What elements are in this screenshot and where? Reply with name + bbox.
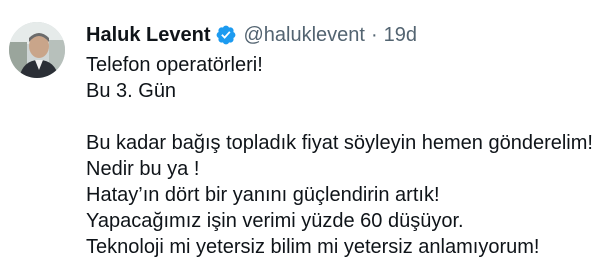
tweet-text-line: Yapacağımız işin verimi yüzde 60 düşüyor… — [86, 210, 464, 232]
tweet-text-line: Telefon operatörleri! — [86, 54, 263, 76]
tweet-card[interactable]: Haluk Levent @haluklevent · 19d Telefon … — [0, 0, 614, 270]
separator-dot: · — [370, 23, 378, 46]
tweet-text-line: Nedir bu ya ! — [86, 158, 200, 180]
author-avatar[interactable] — [9, 22, 65, 78]
tweet-text-line: Bu kadar bağış topladık fiyat söyleyin h… — [86, 132, 593, 154]
tweet-header: Haluk Levent @haluklevent · 19d — [86, 22, 417, 48]
tweet-timestamp[interactable]: 19d — [384, 24, 417, 47]
tweet-text: Telefon operatörleri! Bu 3. Gün Bu kadar… — [86, 52, 606, 260]
verified-badge-icon — [215, 24, 237, 46]
tweet-text-line: Hatay’ın dört bir yanını güçlendirin art… — [86, 184, 440, 206]
author-display-name[interactable]: Haluk Levent — [86, 24, 210, 47]
author-handle[interactable]: @haluklevent — [243, 24, 364, 47]
avatar-photo-icon — [9, 22, 65, 78]
tweet-text-line: Bu 3. Gün — [86, 80, 177, 102]
tweet-text-line: Teknoloji mi yetersiz bilim mi yetersiz … — [86, 236, 540, 258]
